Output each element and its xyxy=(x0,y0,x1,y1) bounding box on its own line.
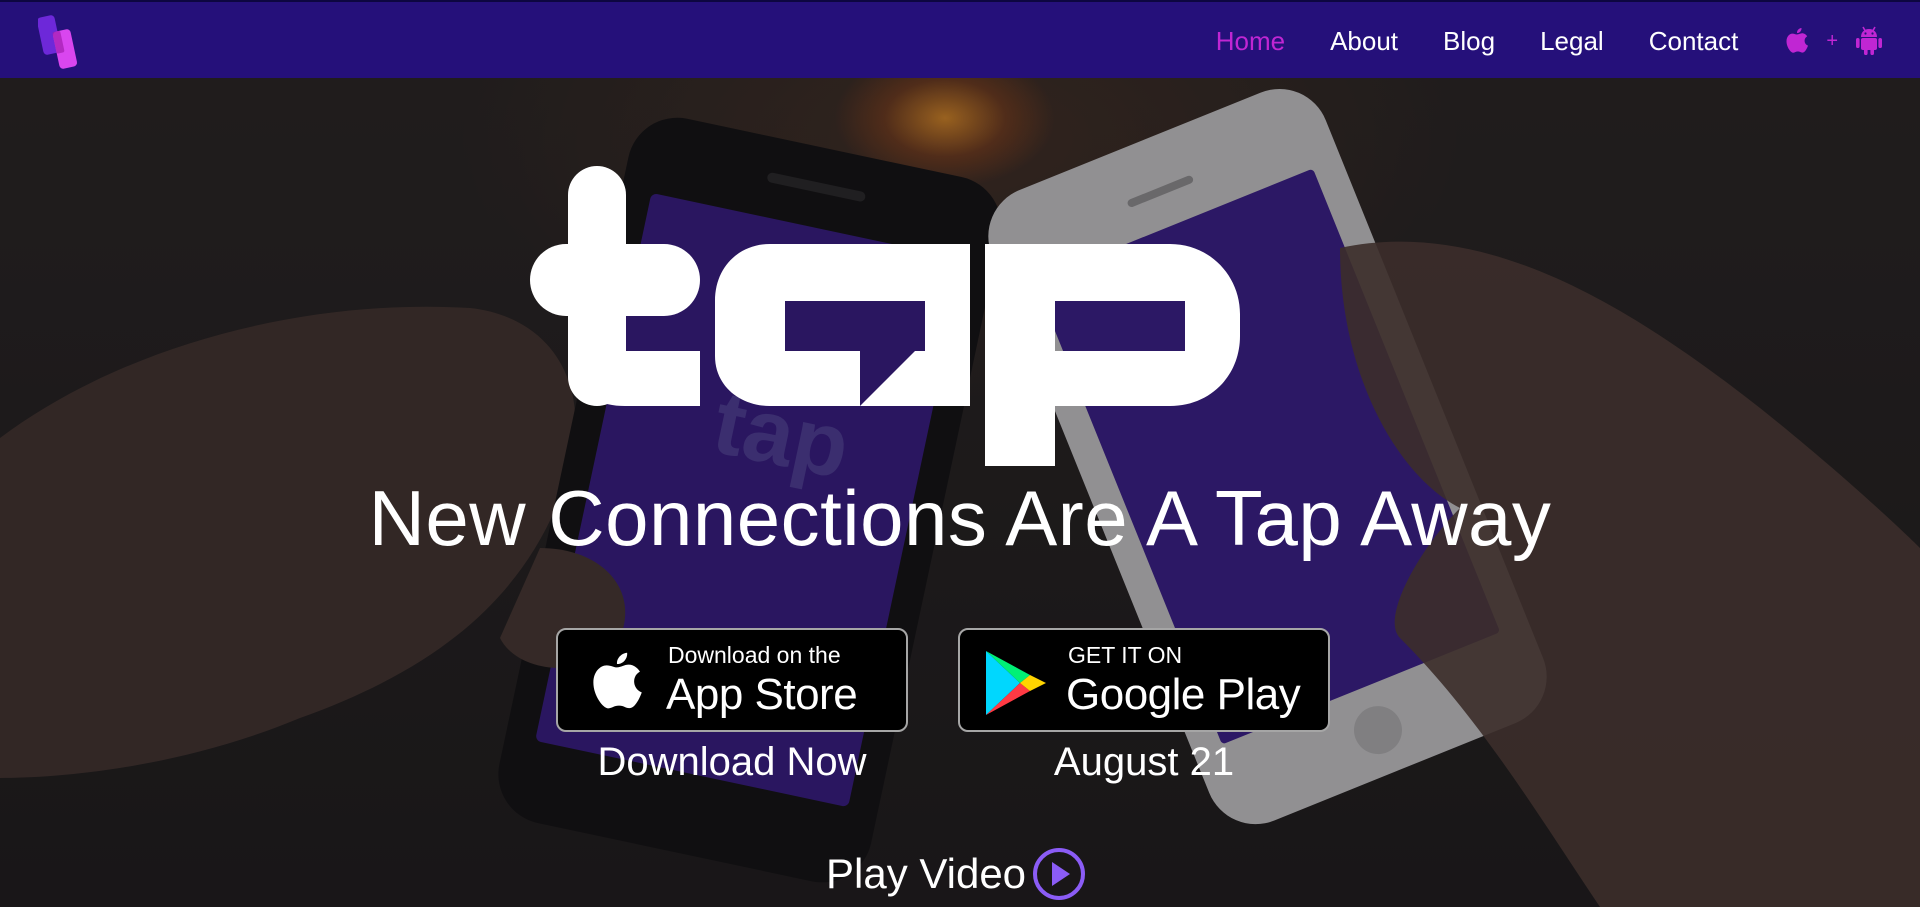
google-play-caption: August 21 xyxy=(1053,740,1235,784)
nav-contact-link[interactable]: Contact xyxy=(1649,26,1739,57)
app-store-small-text: Download on the xyxy=(668,642,841,668)
google-play-button[interactable]: GET IT ON Google Play xyxy=(958,628,1330,732)
hero-tagline: New Connections Are A Tap Away xyxy=(368,474,1552,562)
app-store-big-text: App Store xyxy=(666,670,858,719)
top-navbar: Home About Blog Legal Contact + xyxy=(0,0,1920,78)
nav-home-link[interactable]: Home xyxy=(1216,26,1285,57)
tap-logo[interactable] xyxy=(38,12,84,70)
google-play-small-text: GET IT ON xyxy=(1068,642,1183,668)
tap-wordmark xyxy=(530,166,1240,466)
apple-icon[interactable] xyxy=(1784,25,1810,57)
app-store-caption: Download Now xyxy=(597,740,867,784)
os-separator: + xyxy=(1826,29,1838,52)
play-circle-icon xyxy=(1033,848,1086,900)
app-store-button[interactable]: Download on the App Store xyxy=(556,628,908,732)
play-video-link[interactable]: Play Video xyxy=(826,844,1086,904)
google-play-big-text: Google Play xyxy=(1066,670,1301,719)
google-play-icon xyxy=(986,651,1046,715)
hero-section: tap New Connections Are A Tap Away Downl… xyxy=(0,78,1920,907)
os-icons: + xyxy=(1784,25,1884,57)
apple-icon xyxy=(593,652,642,709)
android-icon[interactable] xyxy=(1854,25,1884,57)
play-video-label: Play Video xyxy=(826,850,1027,897)
nav-about-link[interactable]: About xyxy=(1330,26,1398,57)
nav-legal-link[interactable]: Legal xyxy=(1540,26,1604,57)
nav-links: Home About Blog Legal Contact + xyxy=(1171,2,1884,80)
nav-blog-link[interactable]: Blog xyxy=(1443,26,1495,57)
